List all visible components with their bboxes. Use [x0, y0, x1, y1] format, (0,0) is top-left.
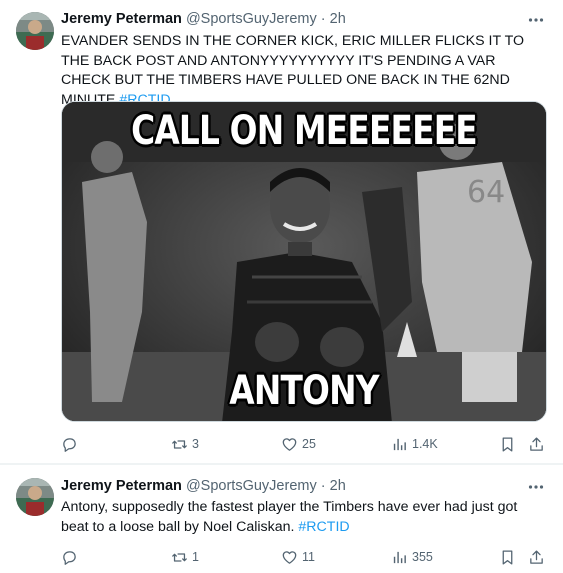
bookmark-button[interactable] — [499, 547, 516, 567]
views-icon — [391, 436, 408, 453]
tweet[interactable]: Jeremy Peterman @SportsGuyJeremy · 2h An… — [0, 464, 563, 573]
share-button[interactable] — [528, 547, 545, 567]
views-icon — [391, 549, 408, 566]
reply-icon — [61, 549, 78, 566]
repost-button[interactable]: 1 — [171, 547, 199, 567]
more-options-icon[interactable] — [527, 478, 545, 496]
views-button[interactable]: 1.4K — [391, 434, 438, 454]
meme-caption-bottom: ANTONY — [229, 368, 379, 414]
like-count: 11 — [302, 550, 315, 564]
views-button[interactable]: 355 — [391, 547, 433, 567]
views-count: 355 — [412, 550, 433, 564]
author-handle[interactable]: @SportsGuyJeremy — [186, 478, 317, 494]
tweet[interactable]: Jeremy Peterman @SportsGuyJeremy · 2h EV… — [0, 0, 563, 464]
reply-button[interactable] — [61, 547, 82, 567]
repost-count: 3 — [192, 437, 199, 451]
share-icon — [528, 436, 545, 453]
tweet-media-image[interactable]: 64 CALL ON MEEEEEEE ANTONY — [61, 101, 547, 422]
repost-icon — [171, 549, 188, 566]
author-name[interactable]: Jeremy Peterman — [61, 11, 182, 27]
bookmark-icon — [499, 436, 516, 453]
avatar[interactable] — [16, 12, 54, 50]
tweet-text: EVANDER SENDS IN THE CORNER KICK, ERIC M… — [61, 32, 531, 110]
tweet-actions: 3 25 1.4K — [61, 434, 551, 454]
timestamp[interactable]: 2h — [330, 478, 346, 494]
heart-icon — [281, 549, 298, 566]
reply-icon — [61, 436, 78, 453]
tweet-body: Antony, supposedly the fastest player th… — [61, 499, 518, 535]
avatar[interactable] — [16, 478, 54, 516]
more-options-icon[interactable] — [527, 11, 545, 29]
author-handle[interactable]: @SportsGuyJeremy — [186, 11, 317, 27]
heart-icon — [281, 436, 298, 453]
like-count: 25 — [302, 437, 316, 451]
like-button[interactable]: 11 — [281, 547, 315, 567]
jersey-number: 64 — [467, 175, 505, 210]
author-name[interactable]: Jeremy Peterman — [61, 478, 182, 494]
bookmark-icon — [499, 549, 516, 566]
separator-dot: · — [320, 478, 326, 494]
share-icon — [528, 549, 545, 566]
like-button[interactable]: 25 — [281, 434, 316, 454]
views-count: 1.4K — [412, 437, 438, 451]
bookmark-button[interactable] — [499, 434, 516, 454]
repost-button[interactable]: 3 — [171, 434, 199, 454]
timestamp[interactable]: 2h — [330, 11, 346, 27]
repost-icon — [171, 436, 188, 453]
tweet-actions: 1 11 355 — [61, 547, 551, 567]
tweet-text: Antony, supposedly the fastest player th… — [61, 498, 531, 537]
separator-dot: · — [320, 11, 326, 27]
share-button[interactable] — [528, 434, 545, 454]
hashtag-link[interactable]: #RCTID — [298, 519, 349, 535]
meme-caption-top: CALL ON MEEEEEEE — [131, 108, 478, 154]
reply-button[interactable] — [61, 434, 82, 454]
repost-count: 1 — [192, 550, 199, 564]
